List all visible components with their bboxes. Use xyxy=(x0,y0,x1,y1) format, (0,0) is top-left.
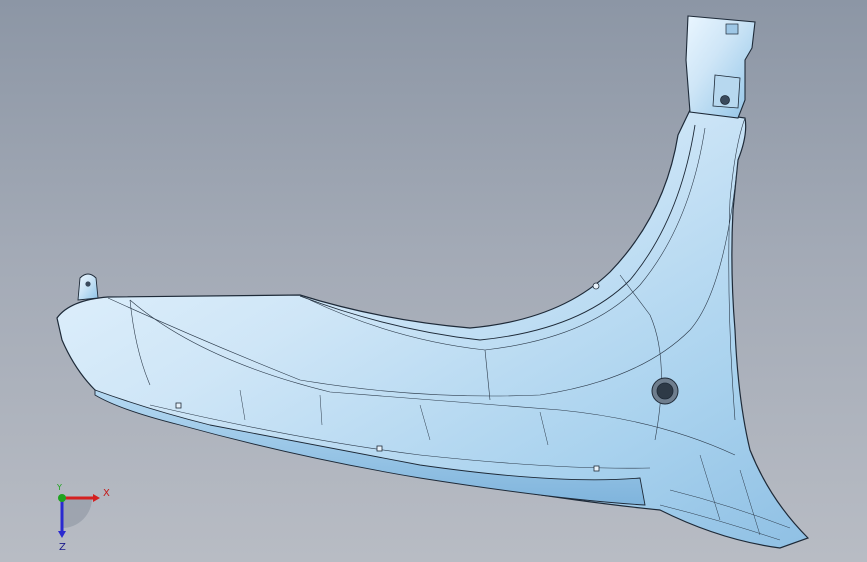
z-axis-label: Z xyxy=(59,542,66,553)
bracket-top-notch xyxy=(725,23,739,35)
front-tab-hole xyxy=(85,281,91,287)
front-mount-tab xyxy=(77,273,99,301)
z-axis-arrowhead xyxy=(58,531,66,538)
y-axis-dot xyxy=(58,494,66,502)
x-axis-arrowhead xyxy=(93,494,100,502)
y-axis-label: Y xyxy=(56,483,62,492)
x-axis-label: X xyxy=(103,488,110,499)
graphics-viewport[interactable]: X Y Z xyxy=(0,0,867,562)
bracket-hole xyxy=(720,95,730,105)
coordinate-triad: X Y Z xyxy=(56,483,110,553)
fender-part-model[interactable] xyxy=(0,0,867,562)
triad-shadow xyxy=(62,498,92,528)
grommet-inner xyxy=(656,382,674,400)
